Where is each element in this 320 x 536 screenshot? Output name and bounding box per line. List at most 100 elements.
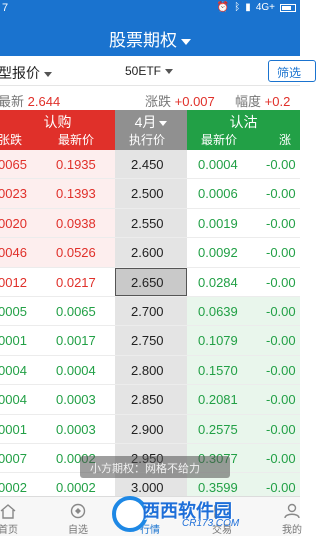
filter-button[interactable]: 筛选 xyxy=(268,60,316,82)
table-row[interactable]: 0065 0.1935 2.450 0.0004 -0.00 xyxy=(0,150,300,180)
table-row[interactable]: 0005 0.0065 2.700 0.0639 -0.00 xyxy=(0,297,300,327)
put-price: 0.0639 xyxy=(198,304,238,319)
table-row[interactable]: 0004 0.0003 2.850 0.2081 -0.00 xyxy=(0,385,300,415)
put-price: 0.0004 xyxy=(198,157,238,172)
range-label: 幅度 xyxy=(235,94,262,109)
strike-price: 2.900 xyxy=(131,421,164,437)
strike-price: 2.850 xyxy=(131,392,164,408)
put-price: 0.0092 xyxy=(198,245,238,261)
table-row[interactable]: 0001 0.0017 2.750 0.1079 -0.00 xyxy=(0,326,300,356)
table-row[interactable]: 0020 0.0938 2.550 0.0019 -0.00 xyxy=(0,208,300,239)
signal-icon: ▮ xyxy=(245,2,251,13)
strike-price: 2.600 xyxy=(131,245,164,261)
call-price: 0.1935 xyxy=(56,157,96,172)
call-change: 0001 xyxy=(0,421,27,437)
call-price: 0.0002 xyxy=(56,480,96,496)
month-selector[interactable]: 4月 xyxy=(115,112,187,132)
quote-type-label: 型报价 xyxy=(0,65,40,81)
put-change: -0.00 xyxy=(266,362,296,378)
put-price: 0.1570 xyxy=(198,362,238,378)
strike-price: 2.550 xyxy=(131,215,164,231)
toast-message: 小方期权：网格不给力 xyxy=(80,456,230,478)
selector-bar: 型报价 50ETF 筛选 xyxy=(0,56,316,86)
call-change: 0020 xyxy=(0,215,27,231)
battery-icon xyxy=(280,3,296,12)
table-row[interactable]: 0046 0.0526 2.600 0.0092 -0.00 xyxy=(0,238,300,268)
status-time: 7 xyxy=(2,2,9,14)
put-price-header[interactable]: 最新价 xyxy=(201,131,237,148)
call-price: 0.0217 xyxy=(56,274,96,290)
call-change: 0023 xyxy=(0,186,27,202)
last-label: 最新 xyxy=(0,94,25,109)
table-row[interactable]: 0004 0.0004 2.800 0.1570 -0.00 xyxy=(0,355,300,386)
call-change: 0012 xyxy=(0,274,27,290)
network-label: 4G+ xyxy=(255,2,275,13)
put-change: -0.00 xyxy=(266,392,296,408)
alarm-icon: ⏰ xyxy=(216,2,230,13)
change-value: +0.007 xyxy=(174,94,215,109)
strike-price: 2.800 xyxy=(131,362,164,378)
put-price: 0.0019 xyxy=(198,215,238,231)
call-header: 认购 张跌 最新价 xyxy=(0,110,115,150)
strike-price: 2.750 xyxy=(131,333,164,349)
profile-icon xyxy=(284,503,300,519)
call-change: 0004 xyxy=(0,362,27,378)
put-change: -0.00 xyxy=(266,451,296,466)
chevron-down-icon xyxy=(159,120,168,126)
range-value: +0.2 xyxy=(264,94,291,109)
call-price-header[interactable]: 最新价 xyxy=(58,131,94,148)
put-price: 0.0284 xyxy=(198,274,238,290)
put-price: 0.1079 xyxy=(198,333,238,349)
strike-price: 2.450 xyxy=(131,157,164,172)
put-title: 认沽 xyxy=(229,114,258,130)
strike-price: 2.500 xyxy=(131,186,164,202)
tab-label: 自选 xyxy=(68,525,88,536)
underlying-quote: 最新 2.644 涨跌 +0.007 幅度 +0.2 xyxy=(0,86,300,110)
put-change: -0.00 xyxy=(266,186,296,202)
table-row[interactable]: 0001 0.0003 2.900 0.2575 -0.00 xyxy=(0,414,300,444)
table-row[interactable]: 0023 0.1393 2.500 0.0006 -0.00 xyxy=(0,179,300,209)
change-label: 涨跌 xyxy=(145,94,172,109)
app-bar: 股票期权 xyxy=(0,18,300,56)
call-change: 0065 xyxy=(0,157,27,172)
put-change: -0.00 xyxy=(266,274,296,290)
option-chain-table: 0065 0.1935 2.450 0.0004 -0.00 0023 0.1393 2.50… xyxy=(0,150,300,496)
call-change: 0005 xyxy=(0,304,27,319)
put-price: 0.0006 xyxy=(198,186,238,202)
quote-type-dropdown[interactable]: 型报价 xyxy=(0,63,52,83)
put-change: -0.00 xyxy=(266,333,296,349)
call-price: 0.0017 xyxy=(56,333,96,349)
put-price: 0.2081 xyxy=(198,392,238,408)
call-change: 0001 xyxy=(0,333,27,349)
status-bar: 7 ⏰ ᛒ ▮ 4G+ xyxy=(0,0,300,18)
chevron-down-icon xyxy=(165,69,174,75)
page-title-dropdown[interactable]: 股票期权 xyxy=(0,26,300,51)
strike-price: 2.650 xyxy=(131,274,164,290)
call-change-header[interactable]: 张跌 xyxy=(0,131,22,148)
table-row[interactable]: 0012 0.0217 2.650 0.0284 -0.00 xyxy=(0,267,300,297)
put-change: -0.00 xyxy=(266,245,296,261)
call-price: 0.0526 xyxy=(56,245,96,261)
site-watermark: 西西软件园 CR173.COM xyxy=(112,494,282,536)
underlying-dropdown[interactable]: 50ETF xyxy=(125,64,174,78)
put-change: -0.00 xyxy=(266,215,296,231)
call-title: 认购 xyxy=(43,114,72,130)
call-price: 0.1393 xyxy=(56,186,96,202)
strike-label: 执行价 xyxy=(129,133,166,147)
page-title: 股票期权 xyxy=(109,31,177,50)
call-change: 0002 xyxy=(0,480,27,496)
put-change: -0.00 xyxy=(266,157,296,172)
call-price: 0.0003 xyxy=(56,392,96,408)
call-change: 0007 xyxy=(0,451,27,466)
favorites-icon xyxy=(70,503,86,519)
month-label: 4月 xyxy=(134,114,157,130)
underlying-label: 50ETF xyxy=(125,64,162,78)
put-header: 认沽 最新价 涨跌 xyxy=(187,110,300,164)
call-price: 0.0004 xyxy=(56,362,96,378)
tab-home[interactable]: 首页 xyxy=(0,497,38,536)
home-icon xyxy=(0,504,16,519)
tab-label: 首页 xyxy=(0,525,18,536)
chevron-down-icon xyxy=(181,38,191,45)
call-change: 0046 xyxy=(0,245,27,261)
tab-favorites[interactable]: 自选 xyxy=(48,497,108,536)
